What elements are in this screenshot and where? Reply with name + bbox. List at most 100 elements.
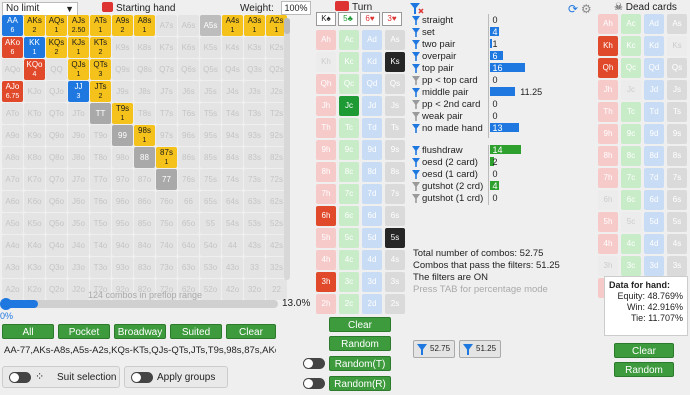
weight-input[interactable]: 100% <box>281 1 311 15</box>
hand-cell[interactable]: AJo 6.75 <box>2 81 23 102</box>
picker-card[interactable]: Ks <box>385 52 405 72</box>
hand-cell[interactable]: Q6s <box>178 59 199 80</box>
scrollbar-thumb[interactable] <box>284 18 290 34</box>
filter-row[interactable]: flushdraw 14 <box>412 145 602 156</box>
hand-cell[interactable]: 77 <box>156 169 177 190</box>
dead-card[interactable]: 7s <box>667 168 687 188</box>
picker-card[interactable]: Js <box>385 96 405 116</box>
hand-cell[interactable]: 75o <box>156 213 177 234</box>
hand-cell[interactable]: 97o <box>112 169 133 190</box>
suit-selection-switch[interactable] <box>9 372 31 383</box>
picker-card[interactable]: Jc <box>339 96 359 116</box>
filter-row[interactable]: pp < top card 0 <box>412 75 602 86</box>
dead-card[interactable]: 8d <box>644 146 664 166</box>
picker-card[interactable]: 6d <box>362 206 382 226</box>
filter-icon[interactable] <box>412 124 420 133</box>
picker-card[interactable]: Kh <box>316 52 336 72</box>
range-text[interactable]: AA-77,AKs-A8s,A5s-A2s,KQs-KTs,QJs-QTs,JT… <box>4 345 276 356</box>
hand-cell[interactable]: 98o <box>112 147 133 168</box>
hand-cell[interactable]: K8s <box>134 37 155 58</box>
hand-cell[interactable]: T7o <box>90 169 111 190</box>
dead-card[interactable]: 9s <box>667 124 687 144</box>
hand-cell[interactable]: 86s <box>178 147 199 168</box>
hand-cell[interactable]: AQo <box>2 59 23 80</box>
hand-cell[interactable]: Q8o <box>46 147 67 168</box>
hand-cell[interactable]: 54s <box>222 213 243 234</box>
hand-cell[interactable]: K7o <box>24 169 45 190</box>
filter-row[interactable]: top pair 16 <box>412 63 602 74</box>
dead-card[interactable]: 5c <box>621 212 641 232</box>
picker-card[interactable]: Qc <box>339 74 359 94</box>
picker-card[interactable]: 7h <box>316 184 336 204</box>
hand-cell[interactable]: 84o <box>134 235 155 256</box>
hand-cell[interactable]: T4s <box>222 103 243 124</box>
hand-cell[interactable]: QQ <box>46 59 67 80</box>
picker-card[interactable]: Kd <box>362 52 382 72</box>
hand-cell[interactable]: J8s <box>134 81 155 102</box>
picker-card[interactable]: 8c <box>339 162 359 182</box>
weight-scrollbar[interactable] <box>284 18 290 280</box>
hand-cell[interactable]: JTo <box>68 103 89 124</box>
picker-card[interactable]: 6s <box>385 206 405 226</box>
dead-card[interactable]: 3s <box>667 256 687 276</box>
board-card[interactable]: 3♥ <box>382 12 402 26</box>
hand-cell[interactable]: T6o <box>90 191 111 212</box>
hand-cell[interactable]: 22 <box>266 279 287 300</box>
picker-card[interactable]: 4s <box>385 250 405 270</box>
hand-cell[interactable]: AQs 1 <box>46 15 67 36</box>
broadway-button[interactable]: Broadway <box>114 324 166 339</box>
picker-card[interactable]: 4h <box>316 250 336 270</box>
hand-cell[interactable]: A4o <box>2 235 23 256</box>
board-random-river-button[interactable]: Random(R) <box>329 376 391 391</box>
hand-cell[interactable]: 65s <box>200 191 221 212</box>
picker-card[interactable]: 9h <box>316 140 336 160</box>
hand-cell[interactable]: 94o <box>112 235 133 256</box>
refresh-icon[interactable]: ⟳ <box>568 2 578 16</box>
picker-card[interactable]: Qs <box>385 74 405 94</box>
picker-card[interactable]: 7d <box>362 184 382 204</box>
hand-cell[interactable]: JJ 3 <box>68 81 89 102</box>
all-button[interactable]: All <box>2 324 54 339</box>
hand-cell[interactable]: K6o <box>24 191 45 212</box>
picker-card[interactable]: Kc <box>339 52 359 72</box>
picker-card[interactable]: Ah <box>316 30 336 50</box>
hand-cell[interactable]: A9s 2 <box>112 15 133 36</box>
hand-cell[interactable]: 84s <box>222 147 243 168</box>
hand-cell[interactable]: J7s <box>156 81 177 102</box>
hand-cell[interactable]: 63s <box>244 191 265 212</box>
hand-cell[interactable]: AJs 2.50 <box>68 15 89 36</box>
picker-card[interactable]: 3d <box>362 272 382 292</box>
hand-cell[interactable]: QJo <box>46 81 67 102</box>
hand-cell[interactable]: KJo <box>24 81 45 102</box>
hand-cell[interactable]: 33 <box>244 257 265 278</box>
filter-icon[interactable] <box>412 194 420 203</box>
picker-card[interactable]: 5h <box>316 228 336 248</box>
board-card[interactable]: 6♥ <box>360 12 380 26</box>
hand-cell[interactable]: 73o <box>156 257 177 278</box>
hand-cell[interactable]: KTo <box>24 103 45 124</box>
gear-icon[interactable]: ⚙ <box>581 2 592 16</box>
hand-cell[interactable]: 97s <box>156 125 177 146</box>
dead-card[interactable]: Jh <box>598 80 618 100</box>
dead-card[interactable]: Qh <box>598 58 618 78</box>
dead-card[interactable]: Ks <box>667 36 687 56</box>
filter-icon[interactable] <box>412 146 420 155</box>
hand-cell[interactable]: 85s <box>200 147 221 168</box>
hand-cell[interactable]: Q5o <box>46 213 67 234</box>
hand-cell[interactable]: KTs 2 <box>90 37 111 58</box>
picker-card[interactable]: 7s <box>385 184 405 204</box>
picker-card[interactable]: Ad <box>362 30 382 50</box>
hand-cell[interactable]: 99 <box>112 125 133 146</box>
dead-card[interactable]: 4h <box>598 234 618 254</box>
hand-cell[interactable]: 74o <box>156 235 177 256</box>
filter-icon[interactable] <box>412 170 420 179</box>
hand-cell[interactable]: T4o <box>90 235 111 256</box>
dead-card[interactable]: 4s <box>667 234 687 254</box>
dead-card[interactable]: 9d <box>644 124 664 144</box>
dead-card[interactable]: Ad <box>644 14 664 34</box>
hand-cell[interactable]: A2o <box>2 279 23 300</box>
hand-cell[interactable]: 43s <box>244 235 265 256</box>
picker-card[interactable]: 2d <box>362 294 382 314</box>
filter-p-button[interactable]: 52.75 <box>413 340 455 358</box>
dead-card[interactable]: Jc <box>621 80 641 100</box>
